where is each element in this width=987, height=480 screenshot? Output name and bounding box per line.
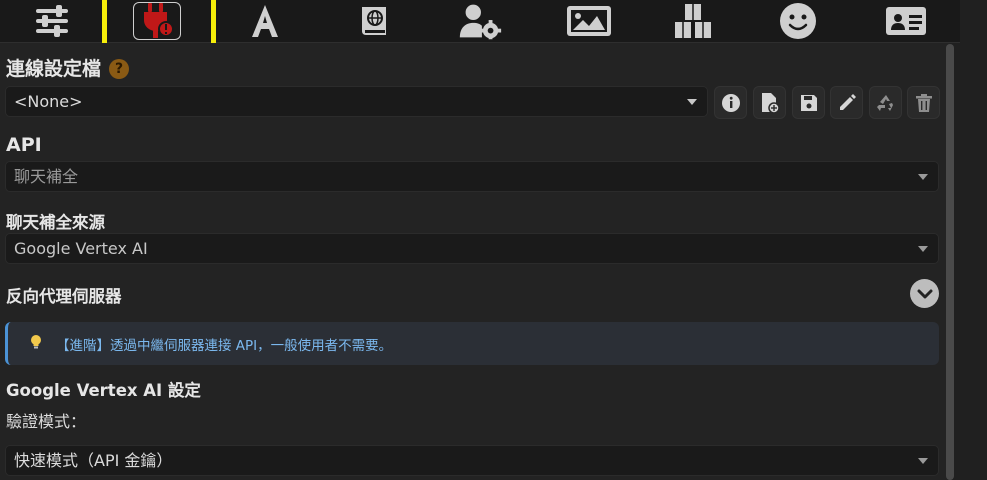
- recycle-icon: [876, 94, 893, 111]
- info-button[interactable]: [714, 86, 747, 119]
- pencil-icon: [839, 93, 856, 110]
- auth-mode-select[interactable]: 快速模式（API 金鑰）: [5, 445, 939, 476]
- api-heading: API: [6, 134, 42, 156]
- chevron-down-icon: [687, 99, 697, 105]
- save-profile-button[interactable]: [792, 86, 825, 119]
- api-value: 聊天補全: [14, 167, 79, 186]
- chat-source-select[interactable]: Google Vertex AI: [5, 233, 939, 264]
- book-globe-icon[interactable]: [350, 0, 398, 42]
- save-icon: [800, 94, 817, 111]
- chevron-down-icon: [918, 458, 928, 464]
- image-icon[interactable]: [564, 0, 614, 42]
- font-icon[interactable]: [241, 0, 289, 42]
- trash-icon: [915, 93, 932, 112]
- edit-profile-button[interactable]: [830, 86, 863, 119]
- connection-profile-heading: 連線設定檔?: [6, 54, 130, 81]
- info-icon: [721, 93, 740, 112]
- auth-mode-value: 快速模式（API 金鑰）: [14, 451, 173, 470]
- lightbulb-icon: [31, 335, 41, 349]
- cubes-icon[interactable]: [668, 0, 718, 42]
- chat-source-value: Google Vertex AI: [14, 239, 148, 258]
- notice-text: 【進階】透過中繼伺服器連接 API，一般使用者不需要。: [56, 338, 393, 354]
- vertex-settings-heading: Google Vertex AI 設定: [6, 381, 201, 400]
- scrollbar[interactable]: [946, 44, 954, 480]
- new-profile-button[interactable]: [753, 86, 786, 119]
- connection-profile-select[interactable]: <None>: [5, 86, 708, 117]
- user-gear-icon[interactable]: [456, 0, 504, 42]
- chat-source-heading: 聊天補全來源: [6, 213, 105, 232]
- reverse-proxy-heading: 反向代理伺服器: [6, 287, 122, 306]
- api-select[interactable]: 聊天補全: [5, 161, 939, 192]
- connection-profile-title: 連線設定檔: [6, 58, 102, 80]
- id-card-icon[interactable]: [882, 0, 930, 42]
- new-file-icon: [761, 92, 780, 114]
- expand-toggle[interactable]: [910, 279, 939, 308]
- chevron-down-icon: [918, 174, 928, 180]
- chevron-down-icon: [917, 289, 932, 298]
- delete-profile-button[interactable]: [907, 86, 940, 119]
- top-nav-bar: [0, 0, 960, 53]
- reload-profile-button[interactable]: [869, 86, 902, 119]
- advanced-notice: 【進階】透過中繼伺服器連接 API，一般使用者不需要。: [5, 322, 939, 365]
- help-icon[interactable]: ?: [109, 59, 130, 79]
- connection-profile-value: <None>: [14, 92, 83, 111]
- auth-mode-label: 驗證模式：: [6, 412, 87, 431]
- sliders-icon[interactable]: [28, 0, 76, 42]
- chevron-down-icon: [918, 246, 928, 252]
- smile-icon[interactable]: [774, 0, 822, 42]
- plug-icon[interactable]: [133, 0, 181, 42]
